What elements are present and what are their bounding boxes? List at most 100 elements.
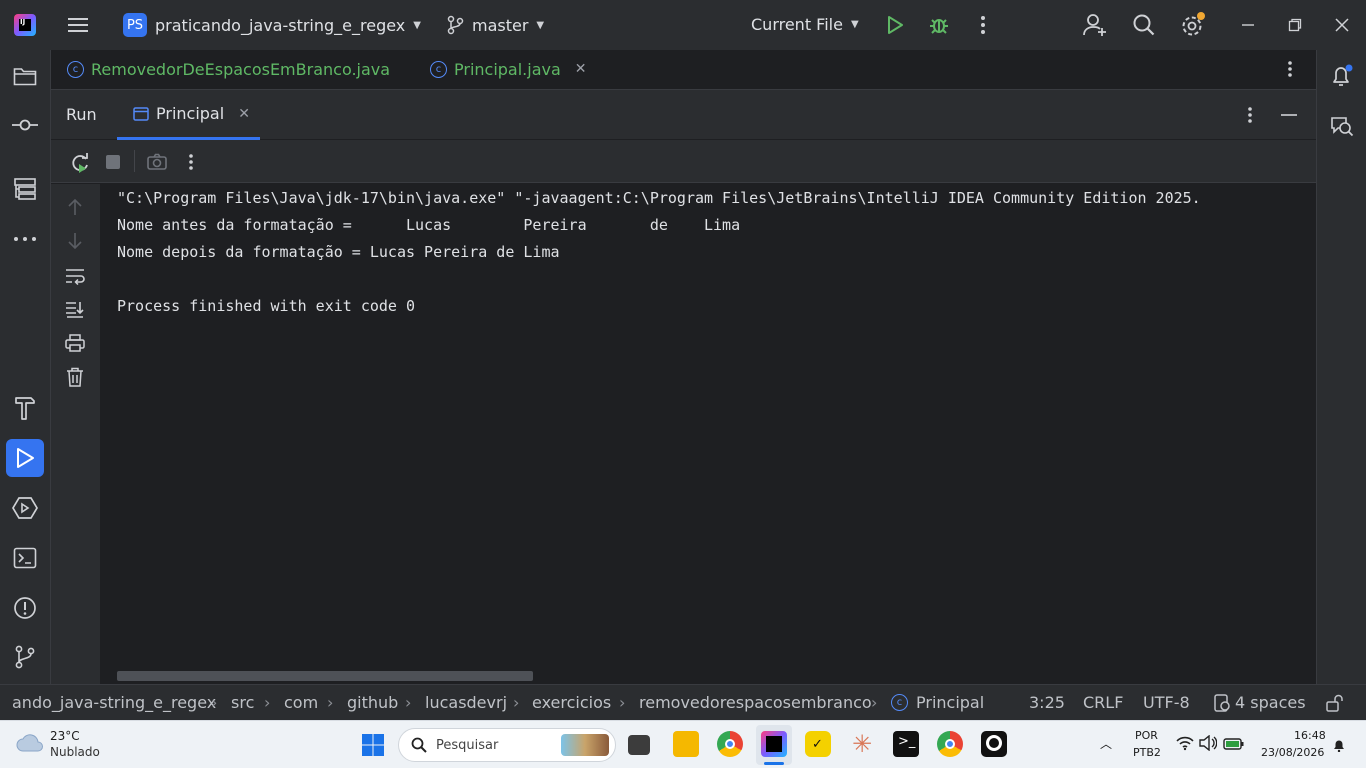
structure-icon[interactable] (6, 170, 44, 208)
close-window-icon[interactable] (1332, 14, 1352, 36)
notifications-bell-icon[interactable] (1323, 57, 1361, 95)
left-tool-strip (0, 50, 51, 684)
chrome-icon[interactable] (717, 731, 743, 757)
tabs-more-icon[interactable] (1281, 50, 1299, 88)
breadcrumb-com[interactable]: com (284, 693, 318, 712)
ai-assistant-icon[interactable] (1323, 107, 1361, 145)
task-view-icon[interactable] (628, 735, 650, 755)
stop-icon[interactable] (106, 155, 120, 169)
settings-gear-icon[interactable] (1180, 12, 1206, 38)
run-tab-principal[interactable]: Principal ✕ (117, 90, 260, 140)
scroll-down-icon[interactable] (67, 232, 83, 254)
build-hammer-icon[interactable] (6, 389, 44, 427)
file-encoding[interactable]: UTF-8 (1143, 693, 1190, 712)
more-actions-icon[interactable] (974, 14, 992, 36)
breadcrumb-package[interactable]: removedorespacosembranco (639, 693, 872, 712)
keyboard-layout[interactable]: PTB2 (1133, 746, 1161, 759)
run-toolbar-more-icon[interactable] (188, 153, 194, 175)
project-badge: PS (123, 13, 147, 37)
breadcrumb-separator-icon: › (211, 693, 218, 712)
volume-icon[interactable] (1199, 734, 1218, 755)
console-line: "C:\Program Files\Java\jdk-17\bin\java.e… (117, 189, 1201, 207)
search-icon[interactable] (1132, 13, 1156, 37)
terminal-icon[interactable] (6, 539, 44, 577)
line-ending[interactable]: CRLF (1083, 693, 1123, 712)
branch-name: master (472, 15, 529, 35)
run-panel-options-icon[interactable] (1247, 106, 1253, 128)
breadcrumb-principal[interactable]: Principal (916, 693, 984, 712)
show-hidden-icons-icon[interactable]: ︿ (1100, 735, 1112, 752)
run-tool-icon[interactable] (6, 439, 44, 477)
github-desktop-icon[interactable] (981, 731, 1007, 757)
intellij-taskbar-active[interactable] (756, 725, 792, 765)
commit-icon[interactable] (6, 106, 44, 144)
notification-center-icon[interactable] (1332, 737, 1346, 756)
tab-label: Principal.java (454, 59, 561, 79)
rerun-icon[interactable] (70, 153, 90, 177)
horizontal-scrollbar[interactable] (117, 671, 533, 681)
breadcrumb-github[interactable]: github (347, 693, 398, 712)
more-tools-icon[interactable] (6, 220, 44, 258)
tab-principal[interactable]: c Principal.java ✕ (430, 50, 587, 88)
hide-panel-icon[interactable] (1280, 106, 1298, 128)
minimize-icon[interactable] (1238, 14, 1258, 36)
read-only-lock-icon[interactable] (1326, 694, 1344, 716)
chrome-profile-icon[interactable] (937, 731, 963, 757)
print-icon[interactable] (65, 334, 85, 356)
run-config-label: Current File (751, 15, 843, 34)
scroll-to-end-icon[interactable] (65, 300, 85, 322)
breadcrumb-src[interactable]: src (231, 693, 254, 712)
claude-icon[interactable]: ✳ (849, 731, 875, 757)
wifi-icon[interactable] (1176, 735, 1194, 755)
close-run-tab-icon[interactable]: ✕ (238, 106, 250, 122)
intellij-logo-icon[interactable] (14, 14, 36, 36)
chevron-down-icon: ▼ (413, 19, 421, 31)
taskbar-search-box[interactable]: Pesquisar (398, 728, 616, 762)
breadcrumb-exercicios[interactable]: exercicios (532, 693, 611, 712)
breadcrumb-project[interactable]: ando_java-string_e_regex (12, 693, 216, 712)
git-branch-icon (447, 15, 464, 35)
indent-label[interactable]: 4 spaces (1235, 693, 1306, 712)
add-user-icon[interactable] (1082, 12, 1108, 38)
debug-icon[interactable] (928, 14, 950, 36)
console-output[interactable]: "C:\Program Files\Java\jdk-17\bin\java.e… (100, 184, 1316, 684)
weather-cloud-icon[interactable] (16, 733, 44, 757)
clock-time[interactable]: 16:48 (1294, 729, 1326, 742)
terminal-app-icon[interactable]: >_ (893, 731, 919, 757)
close-tab-icon[interactable]: ✕ (575, 61, 587, 77)
breadcrumb-separator-icon: › (327, 693, 334, 712)
project-folder-icon[interactable] (6, 57, 44, 95)
breadcrumb-user[interactable]: lucasdevrj (425, 693, 507, 712)
run-icon[interactable] (884, 14, 906, 36)
weather-desc: Nublado (50, 745, 100, 759)
project-selector[interactable]: PS praticando_java-string_e_regex ▼ (123, 13, 421, 37)
caret-position[interactable]: 3:25 (1029, 693, 1065, 712)
indent-settings-icon (1213, 694, 1231, 716)
screenshot-camera-icon[interactable] (147, 153, 167, 175)
soft-wrap-icon[interactable] (65, 267, 85, 289)
git-icon[interactable] (6, 638, 44, 676)
input-language[interactable]: POR (1135, 729, 1158, 742)
tab-removedor[interactable]: c RemovedorDeEspacosEmBranco.java (67, 50, 390, 88)
clock-date[interactable]: 23/08/2026 (1261, 746, 1324, 759)
services-icon[interactable] (6, 489, 44, 527)
right-tool-strip (1316, 50, 1366, 684)
restore-icon[interactable] (1285, 14, 1305, 36)
run-config-selector[interactable]: Current File ▼ (751, 15, 859, 34)
breadcrumb-separator-icon: › (264, 693, 271, 712)
windows-start-icon[interactable] (361, 733, 385, 761)
project-name: praticando_java-string_e_regex (155, 15, 406, 35)
search-placeholder: Pesquisar (436, 737, 499, 753)
java-runnable-class-icon: c (430, 60, 447, 78)
check-app-icon[interactable]: ✓ (805, 731, 831, 757)
file-explorer-icon[interactable] (673, 731, 699, 757)
chevron-down-icon: ▼ (536, 19, 545, 31)
battery-icon[interactable] (1223, 736, 1245, 755)
clear-trash-icon[interactable] (66, 367, 84, 391)
editor-tab-row: c RemovedorDeEspacosEmBranco.java c Prin… (51, 50, 1316, 88)
branch-selector[interactable]: master ▼ (446, 15, 544, 35)
problems-icon[interactable] (6, 589, 44, 627)
chevron-down-icon: ▼ (850, 19, 859, 30)
scroll-up-icon[interactable] (67, 198, 83, 220)
main-menu-icon[interactable] (66, 14, 90, 36)
